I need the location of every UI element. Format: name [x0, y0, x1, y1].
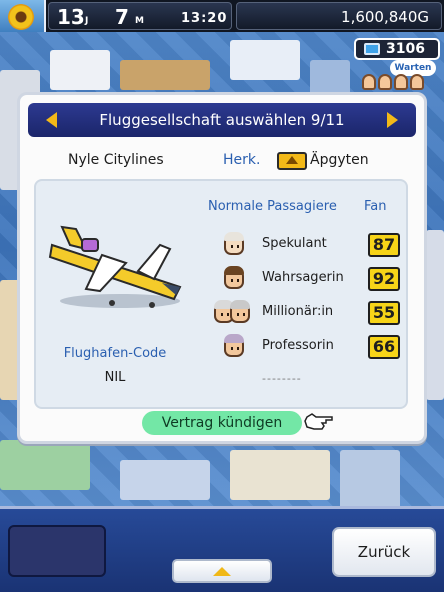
previous-arrow-icon[interactable] [46, 112, 57, 128]
next-arrow-icon[interactable] [387, 112, 398, 128]
sunflower-avatar[interactable] [0, 0, 46, 32]
day-unit: M [135, 16, 144, 26]
expand-up-button[interactable] [172, 559, 272, 583]
passenger-icon [410, 74, 424, 90]
month-value: 13 [57, 5, 85, 29]
waiting-queue[interactable]: Warten [360, 60, 440, 92]
computer-icon [364, 43, 380, 55]
origin-value: Äpgyten [310, 152, 369, 168]
passenger-icon [362, 74, 376, 90]
waiting-label: Warten [390, 60, 436, 76]
dialog-title-bar: Fluggesellschaft auswählen 9/11 [28, 103, 416, 137]
airport-code-label: Flughafen-Code [63, 346, 167, 361]
passenger-name: Wahrsagerin [262, 270, 344, 285]
passenger-icon [394, 74, 408, 90]
passenger-icon [378, 74, 392, 90]
professor-icon [222, 334, 246, 360]
money-display: 1,600,840G [236, 2, 442, 30]
passengers-header: Normale Passagiere [208, 199, 337, 214]
fan-value: 66 [368, 335, 400, 359]
airport-code-value: NIL [104, 370, 126, 385]
airline-name: Nyle Citylines [68, 152, 164, 168]
speculator-icon [222, 232, 246, 258]
passenger-name: Professorin [262, 338, 334, 353]
date-time-display: 13 J 7 M 13:20 [48, 2, 232, 30]
status-bar: 13 J 7 M 13:20 1,600,840G [0, 0, 444, 32]
airline-select-dialog: Fluggesellschaft auswählen 9/11 Nyle Cit… [17, 92, 427, 444]
dialog-title: Fluggesellschaft auswählen 9/11 [99, 111, 345, 129]
fortune-teller-icon [222, 266, 246, 292]
points-badge[interactable]: 3106 [354, 38, 440, 60]
pointing-hand-icon [304, 413, 333, 430]
pyramid-icon [277, 152, 307, 170]
month-unit: J [85, 16, 89, 26]
passenger-row: Professorin 66 [212, 331, 402, 363]
empty-action-slot[interactable] [8, 525, 106, 577]
empty-passenger-slot: -------- [262, 372, 302, 385]
day-value: 7 [115, 5, 129, 29]
airplane-icon [48, 225, 182, 308]
sunflower-icon [8, 4, 34, 30]
fan-value: 55 [368, 301, 400, 325]
origin-label: Herk. [223, 152, 261, 168]
fan-value: 87 [368, 233, 400, 257]
passenger-row: Wahrsagerin 92 [212, 263, 402, 295]
back-button[interactable]: Zurück [332, 527, 436, 577]
airline-info-panel: Flughafen-Code NIL Normale Passagiere Fa… [34, 179, 408, 409]
fan-header: Fan [364, 199, 387, 214]
points-value: 3106 [386, 41, 425, 57]
passenger-row: Spekulant 87 [212, 229, 402, 261]
fan-value: 92 [368, 267, 400, 291]
passenger-name: Spekulant [262, 236, 327, 251]
terminate-contract-button[interactable]: Vertrag kündigen [142, 411, 302, 435]
millionaire-icon [214, 300, 250, 326]
passenger-name: Millionär:in [262, 304, 334, 319]
clock-time: 13:20 [181, 11, 228, 26]
passenger-row: Millionär:in 55 [212, 297, 402, 329]
bottom-panel: Zurück [0, 506, 444, 592]
